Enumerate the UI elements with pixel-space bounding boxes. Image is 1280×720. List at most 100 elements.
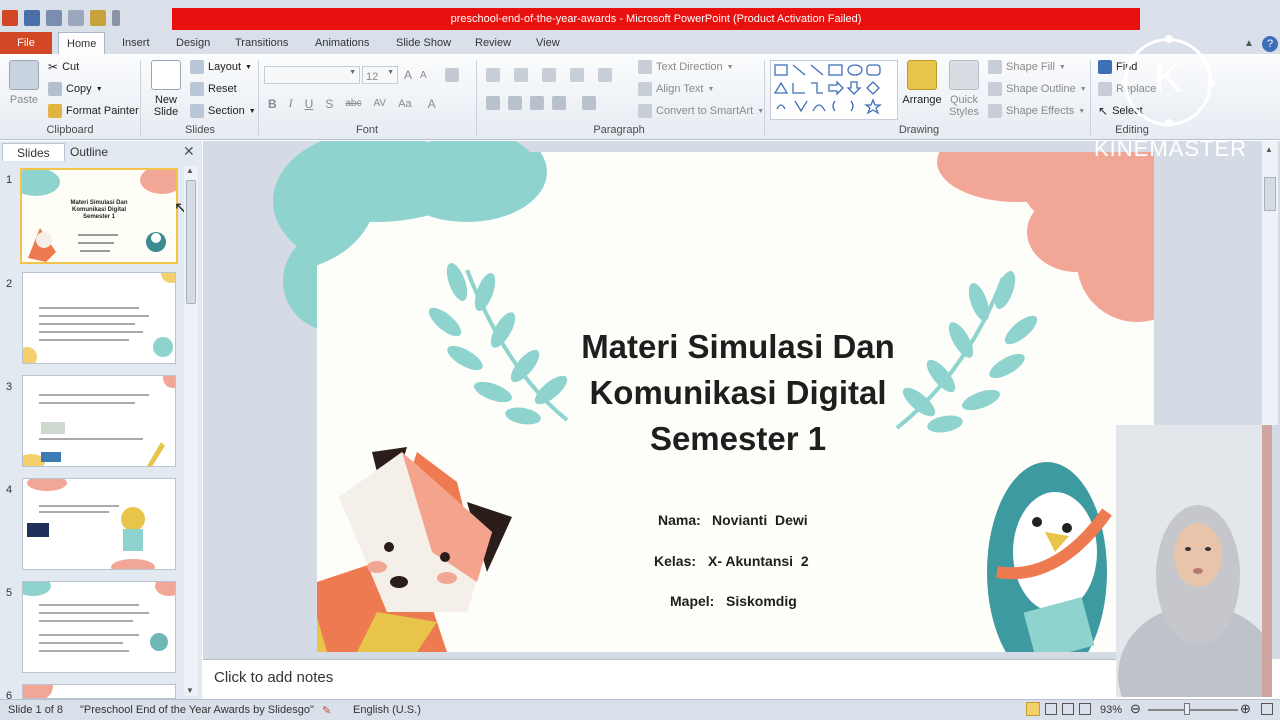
shapes-gallery[interactable] xyxy=(770,60,898,120)
tab-review[interactable]: Review xyxy=(467,32,519,54)
reading-view-icon[interactable] xyxy=(1062,703,1074,715)
zoom-slider-thumb[interactable] xyxy=(1184,703,1190,715)
customize-qat-icon[interactable] xyxy=(112,10,120,26)
slide-show-icon[interactable] xyxy=(1079,703,1091,715)
align-left-icon[interactable] xyxy=(486,96,500,110)
scroll-up-icon[interactable]: ▲ xyxy=(186,166,194,175)
text-direction-icon xyxy=(638,60,652,74)
section-icon xyxy=(190,104,204,118)
thumbnail-slide-6[interactable] xyxy=(22,684,176,699)
editor-vertical-scrollbar[interactable]: ▲ xyxy=(1262,141,1278,425)
tab-insert[interactable]: Insert xyxy=(114,32,158,54)
theme-name[interactable]: "Preschool End of the Year Awards by Sli… xyxy=(80,704,314,716)
tab-outline[interactable]: Outline xyxy=(56,143,122,161)
kelas-value[interactable]: X- Akuntansi 2 xyxy=(708,553,809,569)
notes-pane[interactable] xyxy=(203,659,1117,699)
language[interactable]: English (U.S.) xyxy=(353,704,421,716)
bullets-icon[interactable] xyxy=(486,68,500,82)
scrollbar-thumb[interactable] xyxy=(1264,177,1276,211)
section-button[interactable]: Section ▼ xyxy=(190,104,256,118)
thumbnail-slide-1[interactable]: Materi Simulasi Dan Komunikasi Digital S… xyxy=(20,168,178,264)
text-direction-button[interactable]: Text Direction ▼ xyxy=(638,60,734,74)
zoom-out-icon[interactable]: ⊖ xyxy=(1130,701,1141,717)
undo-icon[interactable] xyxy=(46,10,62,26)
align-center-icon[interactable] xyxy=(508,96,522,110)
decrease-indent-icon[interactable] xyxy=(542,68,556,82)
format-painter-button[interactable]: Format Painter xyxy=(48,104,139,118)
character-spacing-icon[interactable]: AV xyxy=(373,98,386,109)
shape-outline-button[interactable]: Shape Outline ▼ xyxy=(988,82,1087,96)
mapel-value[interactable]: Siskomdig xyxy=(726,593,797,609)
tab-view[interactable]: View xyxy=(528,32,568,54)
shape-fill-button[interactable]: Shape Fill ▼ xyxy=(988,60,1066,74)
increase-indent-icon[interactable] xyxy=(570,68,584,82)
font-group-label: Font xyxy=(355,124,378,136)
spell-check-icon[interactable]: ✎ xyxy=(322,704,331,717)
underline-icon[interactable]: U xyxy=(305,97,314,111)
copy-button[interactable]: Copy ▼ xyxy=(48,82,103,96)
thumbnail-slide-5[interactable] xyxy=(22,581,176,673)
grow-font-icon[interactable]: A xyxy=(404,68,412,82)
slide-canvas[interactable]: Materi Simulasi Dan Komunikasi Digital S… xyxy=(317,152,1154,652)
shape-effects-label: Shape Effects xyxy=(1006,105,1075,117)
zoom-level[interactable]: 93% xyxy=(1100,704,1122,716)
open-folder-icon[interactable] xyxy=(90,10,106,26)
strikethrough-icon[interactable]: abc xyxy=(345,98,361,109)
scrollbar-thumb[interactable] xyxy=(186,180,196,304)
new-slide-button[interactable]: New Slide xyxy=(148,60,184,118)
save-icon[interactable] xyxy=(24,10,40,26)
thumbnail-slide-2[interactable] xyxy=(22,272,176,364)
help-icon[interactable]: ? xyxy=(1262,36,1278,52)
tab-home[interactable]: Home xyxy=(58,32,106,54)
layout-button[interactable]: Layout ▼ xyxy=(190,60,252,74)
normal-view-icon[interactable] xyxy=(1026,702,1040,716)
ribbon-collapse-icon[interactable]: ▲ xyxy=(1244,38,1254,49)
redo-icon[interactable] xyxy=(68,10,84,26)
italic-icon[interactable]: I xyxy=(289,96,293,111)
columns-icon[interactable] xyxy=(582,96,596,110)
close-icon[interactable]: ✕ xyxy=(183,143,195,160)
font-size-dropdown[interactable]: 12 ▼ xyxy=(362,66,398,84)
reset-button[interactable]: Reset xyxy=(190,82,237,96)
slide-title-line-3[interactable]: Semester 1 xyxy=(540,420,936,458)
paste-button[interactable]: Paste xyxy=(8,60,40,106)
convert-smartart-label: Convert to SmartArt xyxy=(656,105,754,117)
zoom-in-icon[interactable]: ⊕ xyxy=(1240,701,1251,717)
cut-button[interactable]: ✂ Cut xyxy=(48,60,79,74)
align-text-button[interactable]: Align Text ▼ xyxy=(638,82,714,96)
arrange-button[interactable]: Arrange xyxy=(902,60,942,106)
nama-value[interactable]: Novianti Dewi xyxy=(712,512,808,528)
quick-styles-button[interactable]: Quick Styles xyxy=(946,60,982,118)
numbering-icon[interactable] xyxy=(514,68,528,82)
thumbnail-slide-3[interactable] xyxy=(22,375,176,467)
fit-to-window-icon[interactable] xyxy=(1261,703,1273,715)
font-name-dropdown[interactable]: ▼ xyxy=(264,66,360,84)
bold-icon[interactable]: B xyxy=(268,97,277,111)
slide-text-layer: Materi Simulasi Dan Komunikasi Digital S… xyxy=(317,152,1154,652)
align-right-icon[interactable] xyxy=(530,96,544,110)
justify-icon[interactable] xyxy=(552,96,566,110)
slide-count: Slide 1 of 8 xyxy=(8,704,64,716)
thumbnail-slide-4[interactable] xyxy=(22,478,176,570)
font-color-icon[interactable]: A xyxy=(428,97,436,111)
tab-slide-show[interactable]: Slide Show xyxy=(388,32,459,54)
text-shadow-icon[interactable]: S xyxy=(325,97,333,111)
tab-transitions[interactable]: Transitions xyxy=(227,32,296,54)
line-spacing-icon[interactable] xyxy=(598,68,612,82)
shrink-font-icon[interactable]: A xyxy=(420,70,427,81)
slide-title-line-2[interactable]: Komunikasi Digital xyxy=(540,374,936,412)
convert-smartart-button[interactable]: Convert to SmartArt ▼ xyxy=(638,104,764,118)
tab-file[interactable]: File xyxy=(0,32,52,54)
format-painter-label: Format Painter xyxy=(66,105,139,117)
scroll-up-icon[interactable]: ▲ xyxy=(1265,145,1273,154)
notes-placeholder[interactable]: Click to add notes xyxy=(214,669,333,686)
zoom-slider[interactable] xyxy=(1148,709,1238,711)
slide-title-line-1[interactable]: Materi Simulasi Dan xyxy=(540,328,936,366)
clear-formatting-icon[interactable] xyxy=(444,68,459,82)
change-case-icon[interactable]: Aa xyxy=(398,98,411,110)
tab-design[interactable]: Design xyxy=(168,32,218,54)
slide-sorter-icon[interactable] xyxy=(1045,703,1057,715)
scroll-down-icon[interactable]: ▼ xyxy=(186,686,194,695)
tab-animations[interactable]: Animations xyxy=(307,32,377,54)
shape-effects-button[interactable]: Shape Effects ▼ xyxy=(988,104,1085,118)
